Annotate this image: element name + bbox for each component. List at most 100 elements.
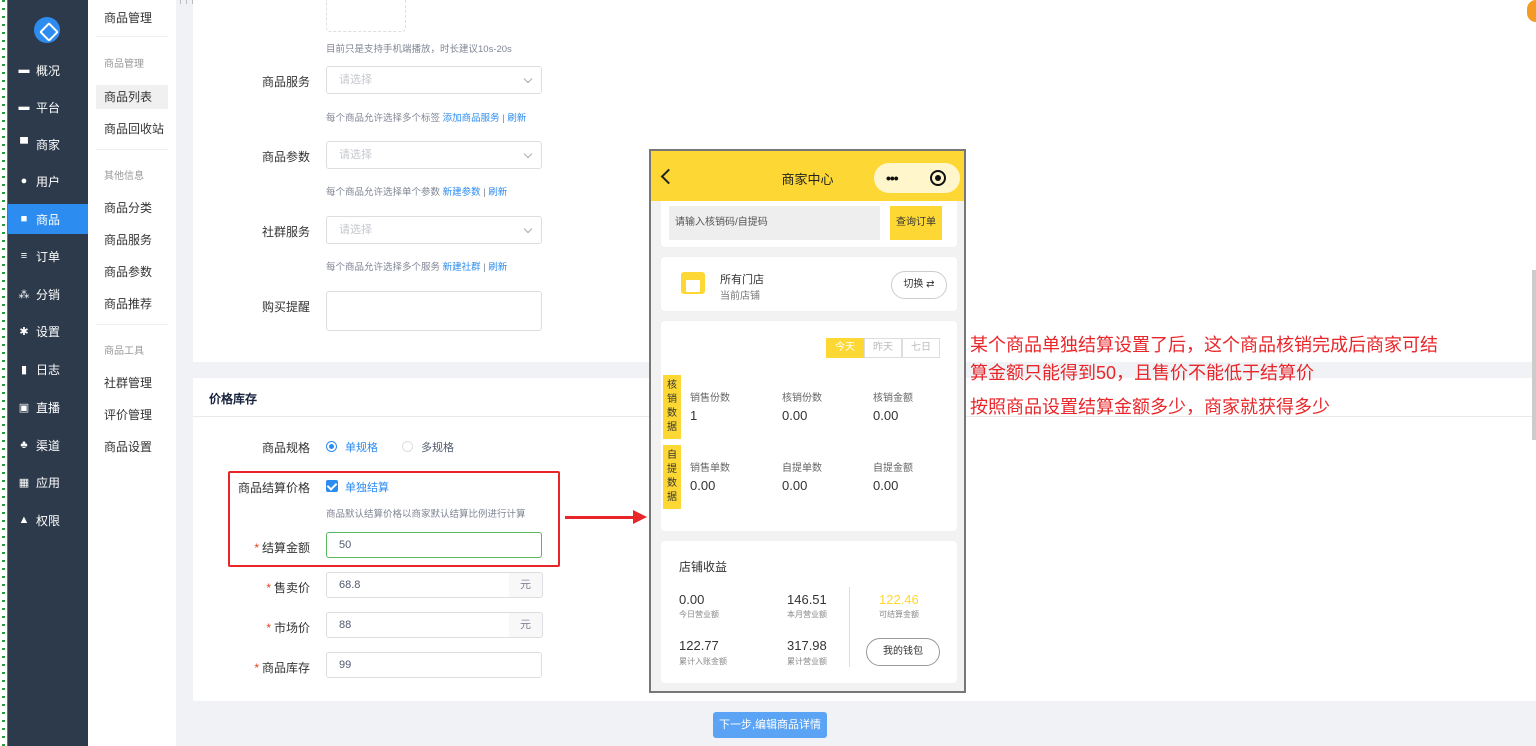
submenu-item-params[interactable]: 商品参数 — [96, 260, 168, 284]
sidebar-item-merchant[interactable]: ▀ 商家 — [8, 129, 88, 159]
verify-data-tag: 核销数据 — [663, 375, 681, 439]
ruler-left — [0, 0, 8, 746]
next-step-button[interactable]: 下一步,编辑商品详情 — [713, 712, 827, 738]
divider — [96, 324, 168, 325]
community-hint: 每个商品允许选择多个服务 新建社群 | 刷新 — [326, 259, 507, 273]
sidebar-item-permission[interactable]: ▲ 权限 — [8, 505, 88, 535]
sidebar-item-label: 用户 — [36, 174, 61, 189]
param-hint: 每个商品允许选择单个参数 新建参数 | 刷新 — [326, 184, 507, 198]
income-value: 317.98 — [787, 638, 827, 653]
tab-seven-days[interactable]: 七日 — [902, 338, 940, 358]
stat-value: 0.00 — [782, 478, 808, 493]
required-mark: * — [254, 661, 259, 675]
sidebar-item-user[interactable]: ● 用户 — [8, 166, 88, 196]
logo-icon[interactable] — [34, 17, 60, 43]
divider — [96, 36, 168, 37]
refresh-link[interactable]: 刷新 — [507, 113, 526, 124]
tab-yesterday[interactable]: 昨天 — [864, 338, 902, 358]
chevron-down-icon — [523, 74, 533, 84]
add-service-link[interactable]: 添加商品服务 — [443, 113, 500, 124]
submenu-item-reviews[interactable]: 评价管理 — [96, 403, 168, 427]
submenu-item-community[interactable]: 社群管理 — [96, 371, 168, 395]
more-dots-icon[interactable]: ••• — [886, 170, 899, 186]
community-label: 社群服务 — [261, 225, 310, 239]
submenu-item-recommend[interactable]: 商品推荐 — [96, 292, 168, 316]
mini-program-capsule: ••• — [874, 163, 960, 193]
sale-price-label: * 售卖价 — [190, 579, 310, 596]
avatar[interactable] — [1527, 0, 1536, 22]
submenu-item-product-list[interactable]: 商品列表 — [96, 85, 168, 109]
param-select[interactable]: 请选择 — [326, 141, 542, 169]
refresh-link[interactable]: 刷新 — [488, 262, 507, 273]
sidebar-item-distribution[interactable]: ⁂ 分销 — [8, 279, 88, 309]
hint-text: 每个商品允许选择多个服务 — [326, 262, 441, 273]
income-title: 店铺收益 — [679, 560, 728, 574]
service-label: 商品服务 — [261, 75, 310, 89]
product-icon: ■ — [20, 213, 28, 225]
submenu-item-recycle-bin[interactable]: 商品回收站 — [96, 117, 168, 141]
video-hint: 目前只是支持手机端播放，时长建议10s-20s — [326, 44, 512, 55]
income-label: 本月营业额 — [787, 610, 827, 619]
market-price-input[interactable]: 88 — [326, 612, 510, 638]
date-tabs: 今天 昨天 七日 — [826, 338, 940, 358]
stat-value: 0.00 — [873, 478, 899, 493]
income-label: 累计入账金额 — [679, 657, 727, 666]
store-subtitle: 当前店铺 — [720, 291, 760, 302]
sale-price-input[interactable]: 68.8 — [326, 572, 510, 598]
stat-label: 销售单数 — [690, 463, 730, 474]
sidebar-item-channel[interactable]: ♣ 渠道 — [8, 430, 88, 460]
label-text: 售卖价 — [273, 581, 310, 595]
submenu-item-service[interactable]: 商品服务 — [96, 228, 168, 252]
verify-code-input[interactable]: 请输入核销码/自提码 — [669, 206, 880, 240]
close-target-icon[interactable] — [930, 170, 946, 186]
service-select[interactable]: 请选择 — [326, 66, 542, 94]
tab-today[interactable]: 今天 — [826, 338, 864, 358]
stat-label: 销售份数 — [690, 393, 730, 404]
radio-multi-spec[interactable] — [402, 441, 413, 452]
sidebar-item-log[interactable]: ▮ 日志 — [8, 354, 88, 384]
sidebar-item-label: 应用 — [36, 475, 61, 490]
sidebar-item-platform[interactable]: ▬ 平台 — [8, 92, 88, 122]
new-community-link[interactable]: 新建社群 — [443, 262, 481, 273]
sidebar-item-overview[interactable]: ▬ 概况 — [8, 55, 88, 85]
lock-icon: ▲ — [18, 514, 30, 526]
sidebar-item-order[interactable]: ≡ 订单 — [8, 241, 88, 271]
pickup-data-tag: 自提数据 — [663, 445, 681, 509]
submenu-group-title: 商品工具 — [104, 346, 144, 357]
distribution-icon: ⁂ — [18, 288, 30, 301]
scrollbar-thumb[interactable] — [1532, 270, 1536, 440]
sidebar-item-apps[interactable]: ▦ 应用 — [8, 467, 88, 497]
my-wallet-button[interactable]: 我的钱包 — [866, 638, 940, 666]
query-order-button[interactable]: 查询订单 — [890, 206, 942, 240]
remind-textarea[interactable] — [326, 291, 542, 331]
sidebar-item-product[interactable]: ■ 商品 — [8, 204, 88, 234]
stat-label: 自提金额 — [873, 463, 913, 474]
sidebar-item-label: 概况 — [36, 63, 61, 78]
community-select[interactable]: 请选择 — [326, 216, 542, 244]
sidebar-item-label: 订单 — [36, 249, 61, 264]
phone-header: 商家中心 ••• — [651, 151, 964, 201]
video-upload-box[interactable] — [326, 0, 406, 32]
switch-store-button[interactable]: 切换 ⇄ — [891, 271, 947, 299]
sidebar-item-label: 日志 — [36, 362, 61, 377]
stock-input[interactable]: 99 — [326, 652, 542, 678]
settleable-amount-value: 122.46 — [879, 592, 919, 607]
store-icon: ▀ — [20, 138, 28, 150]
refresh-link[interactable]: 刷新 — [488, 187, 507, 198]
sidebar-item-live[interactable]: ▣ 直播 — [8, 392, 88, 422]
submenu-item-product-settings[interactable]: 商品设置 — [96, 435, 168, 459]
sidebar-item-label: 权限 — [36, 513, 61, 528]
new-param-link[interactable]: 新建参数 — [443, 187, 481, 198]
submenu-item-category[interactable]: 商品分类 — [96, 196, 168, 220]
unit-addon: 元 — [509, 612, 543, 638]
unit-addon: 元 — [509, 572, 543, 598]
stat-value: 0.00 — [873, 408, 899, 423]
annotation-line-1: 某个商品单独结算设置了后，这个商品核销完成后商家可结 — [970, 335, 1438, 355]
sidebar-item-settings[interactable]: ✱ 设置 — [8, 316, 88, 346]
remind-label: 购买提醒 — [261, 300, 310, 314]
separator: | — [483, 187, 486, 198]
stat-label: 核销金额 — [873, 393, 913, 404]
service-hint: 每个商品允许选择多个标签 添加商品服务 | 刷新 — [326, 110, 526, 124]
hint-text: 每个商品允许选择单个参数 — [326, 187, 441, 198]
radio-single-spec[interactable] — [326, 441, 337, 452]
